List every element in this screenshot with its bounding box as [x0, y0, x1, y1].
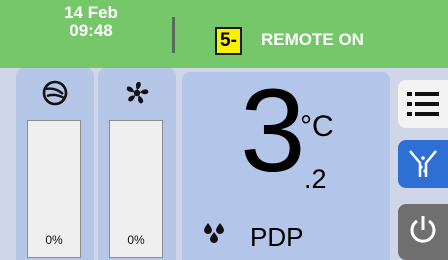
fan-gauge[interactable]: 0%	[98, 68, 176, 260]
fan-icon	[118, 79, 156, 107]
compressor-level-bar: 0%	[27, 120, 81, 258]
time-label: 09:48	[69, 21, 113, 40]
date-label: 14 Feb	[64, 3, 118, 22]
header-divider	[172, 17, 175, 53]
status-header: 14 Feb 09:48 5- REMOTE ON	[0, 0, 448, 68]
alarm-badge[interactable]: 5-	[215, 27, 242, 55]
date-time: 14 Feb 09:48	[44, 4, 138, 40]
reading-decimal: .2	[304, 164, 327, 194]
fan-level-bar: 0%	[109, 120, 163, 258]
compressor-icon	[36, 79, 74, 107]
pdp-reading-panel[interactable]: 3 °C .2 PDP	[182, 72, 390, 260]
water-drops-icon	[202, 222, 226, 244]
reading-unit: °C	[300, 110, 334, 143]
reading-parameter: PDP	[250, 222, 304, 252]
power-button[interactable]	[398, 204, 448, 260]
compressor-gauge[interactable]: 0%	[16, 68, 94, 260]
remote-status: REMOTE ON	[261, 30, 364, 49]
menu-button[interactable]	[398, 80, 448, 128]
dryer-button[interactable]	[398, 140, 448, 188]
fan-percent: 0%	[127, 233, 145, 247]
reading-integer: 3	[240, 65, 306, 197]
compressor-percent: 0%	[45, 233, 63, 247]
